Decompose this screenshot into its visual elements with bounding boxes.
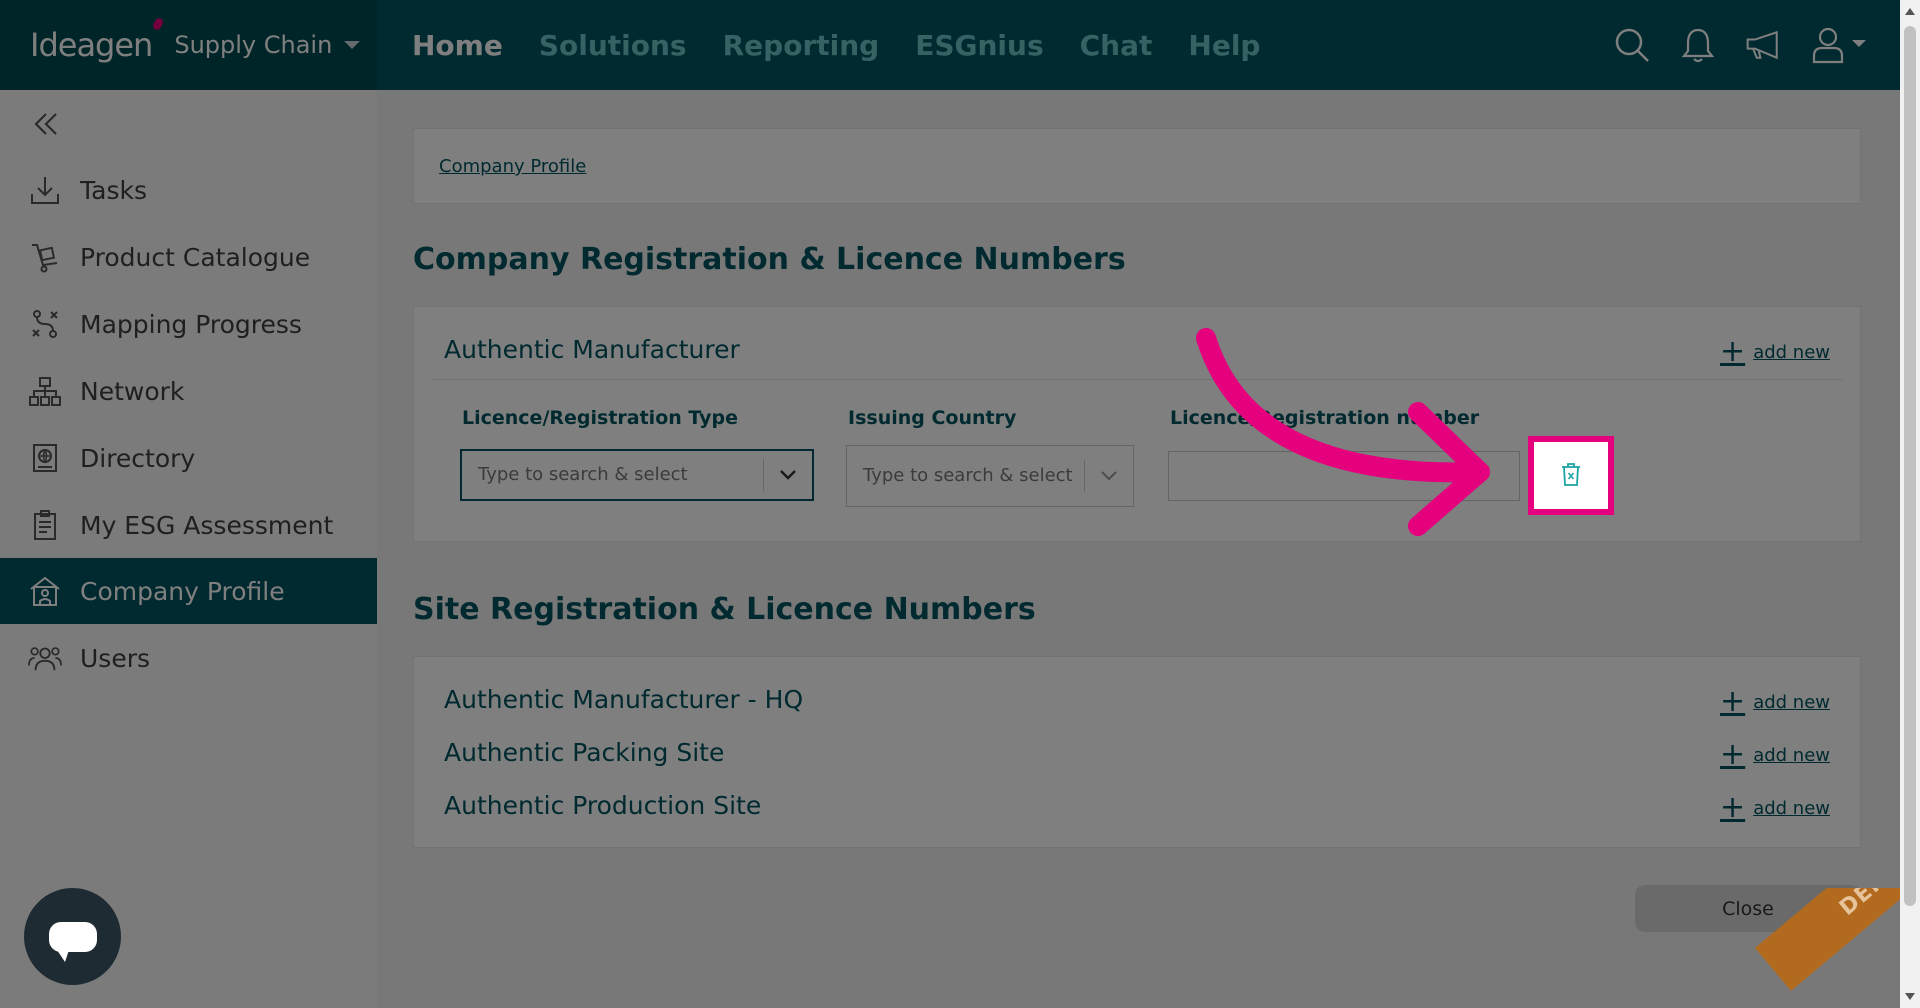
brand-logo: Ideagen (30, 16, 165, 64)
site-registration-title: Site Registration & Licence Numbers (413, 592, 1036, 627)
close-button[interactable]: Close (1635, 885, 1861, 932)
nav-home[interactable]: Home (412, 29, 503, 62)
nav-esgnius[interactable]: ESGnius (915, 29, 1043, 62)
licence-number-input[interactable] (1168, 451, 1520, 501)
clipboard-icon (28, 508, 62, 542)
divider (432, 379, 1842, 380)
nav-solutions[interactable]: Solutions (539, 29, 687, 62)
building-icon (28, 574, 62, 608)
sidebar-item-label: Product Catalogue (80, 242, 311, 272)
brand-logo-text: Ideagen (30, 26, 153, 64)
nav-reporting[interactable]: Reporting (723, 29, 880, 62)
licence-number-label: Licence/Registration number (1170, 407, 1480, 429)
chat-launcher[interactable] (24, 888, 121, 985)
plus-icon: + (1720, 790, 1746, 825)
sidebar-item-product-catalogue[interactable]: Product Catalogue (0, 224, 377, 290)
licence-type-label: Licence/Registration Type (462, 407, 738, 429)
sidebar-item-users[interactable]: Users (0, 625, 377, 691)
add-new-button[interactable]: + add new (1720, 740, 1830, 770)
sidebar-item-tasks[interactable]: Tasks (0, 157, 377, 223)
plus-icon: + (1720, 684, 1746, 719)
chat-icon (48, 921, 97, 962)
sidebar-item-network[interactable]: Network (0, 358, 377, 424)
issuing-country-placeholder: Type to search & select (863, 464, 1073, 486)
collapse-sidebar-icon[interactable] (30, 108, 62, 140)
top-bar: Ideagen Supply Chain Home Solutions Repo… (0, 0, 1900, 90)
search-icon[interactable] (1612, 25, 1652, 65)
company-registration-title: Company Registration & Licence Numbers (413, 242, 1126, 277)
chevron-down-icon[interactable] (1085, 446, 1133, 506)
sidebar-item-directory[interactable]: Directory (0, 425, 377, 491)
scroll-down-icon[interactable] (1905, 993, 1915, 1000)
licence-type-select[interactable]: Type to search & select (460, 449, 814, 501)
sidebar-item-label: Company Profile (80, 576, 285, 606)
scroll-thumb[interactable] (1904, 26, 1916, 906)
add-new-label: add new (1753, 341, 1830, 363)
top-icons (1612, 0, 1870, 90)
add-new-button[interactable]: + add new (1720, 337, 1830, 367)
issuing-country-select[interactable]: Type to search & select (846, 445, 1134, 507)
site-name: Authentic Production Site (444, 791, 762, 820)
brand-switcher[interactable]: Ideagen Supply Chain (0, 0, 377, 90)
user-icon[interactable] (1810, 25, 1870, 65)
caret-down-icon (344, 41, 361, 49)
sidebar-item-label: Network (80, 376, 185, 406)
download-tray-icon (28, 173, 62, 207)
network-icon (28, 374, 62, 408)
nav-help[interactable]: Help (1188, 29, 1260, 62)
brand-product: Supply Chain (174, 31, 333, 59)
sidebar-item-my-esg-assessment[interactable]: My ESG Assessment (0, 492, 377, 558)
sidebar: Tasks Product Catalogue Mapping Progress… (0, 90, 377, 1008)
main-content: Company Profile Company Registration & L… (377, 90, 1900, 1008)
company-name: Authentic Manufacturer (444, 335, 740, 364)
sidebar-item-label: My ESG Assessment (80, 510, 334, 540)
users-icon (28, 641, 62, 675)
chevron-down-icon[interactable] (764, 451, 812, 499)
trash-icon (1559, 461, 1583, 491)
bell-icon[interactable] (1678, 25, 1718, 65)
licence-type-placeholder: Type to search & select (478, 463, 688, 485)
add-new-button[interactable]: + add new (1720, 687, 1830, 717)
breadcrumb-company-profile[interactable]: Company Profile (439, 156, 586, 177)
sidebar-item-mapping-progress[interactable]: Mapping Progress (0, 291, 377, 357)
add-new-label: add new (1753, 744, 1830, 766)
plus-icon: + (1720, 334, 1746, 369)
trolley-icon (28, 240, 62, 274)
main-nav: Home Solutions Reporting ESGnius Chat He… (412, 0, 1260, 90)
directory-icon (28, 441, 62, 475)
site-name: Authentic Manufacturer - HQ (444, 685, 804, 714)
site-name: Authentic Packing Site (444, 738, 725, 767)
path-icon (28, 307, 62, 341)
delete-button[interactable] (1528, 436, 1614, 515)
add-new-button[interactable]: + add new (1720, 793, 1830, 823)
sidebar-item-company-profile[interactable]: Company Profile (0, 558, 377, 624)
sidebar-item-label: Users (80, 643, 151, 673)
megaphone-icon[interactable] (1744, 25, 1784, 65)
add-new-label: add new (1753, 691, 1830, 713)
site-registration-card: Authentic Manufacturer - HQ + add new Au… (413, 656, 1861, 848)
sidebar-item-label: Directory (80, 443, 196, 473)
issuing-country-label: Issuing Country (848, 407, 1017, 429)
plus-icon: + (1720, 737, 1746, 772)
page-scrollbar[interactable] (1900, 0, 1920, 1008)
add-new-label: add new (1753, 797, 1830, 819)
sidebar-item-label: Mapping Progress (80, 309, 302, 339)
nav-chat[interactable]: Chat (1080, 29, 1153, 62)
scroll-up-icon[interactable] (1905, 8, 1915, 15)
company-registration-card: Authentic Manufacturer + add new Licence… (413, 306, 1861, 542)
breadcrumb: Company Profile (413, 128, 1861, 204)
sidebar-item-label: Tasks (80, 175, 147, 205)
